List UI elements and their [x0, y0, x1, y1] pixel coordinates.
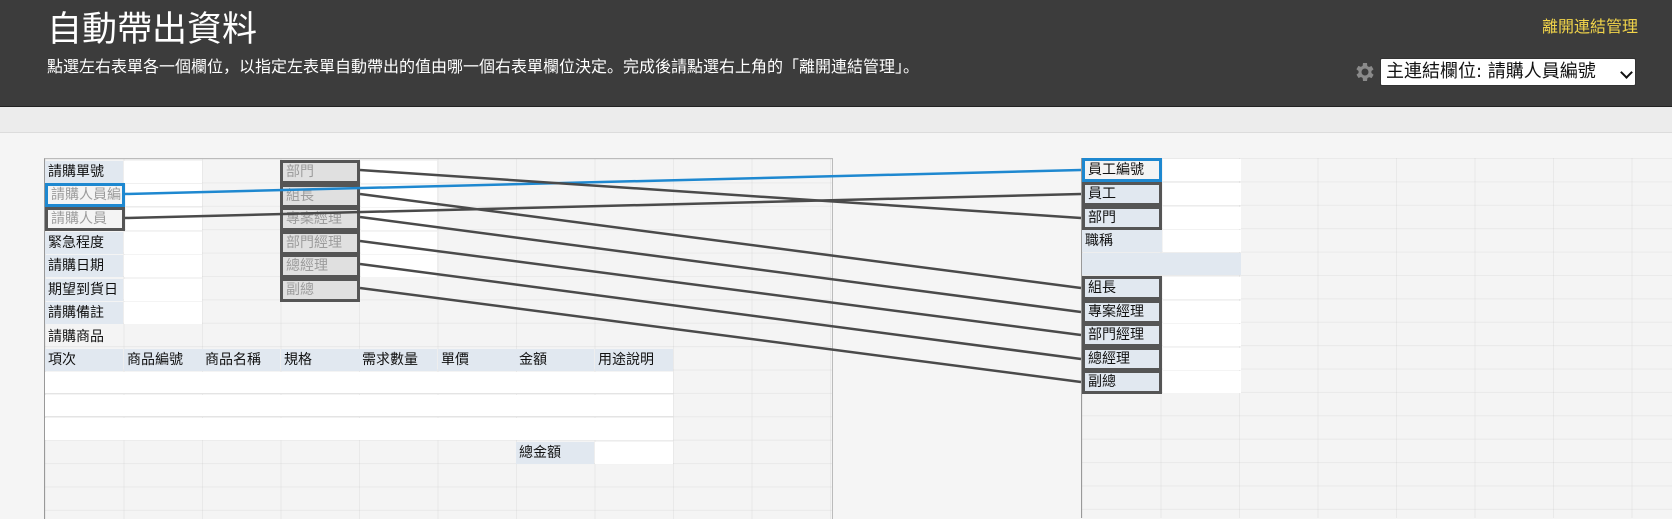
field-requester-id-value[interactable]: [126, 184, 202, 206]
header-bar: 自動帶出資料 點選左右表單各一個欄位，以指定左表單自動帶出的值由哪一個右表單欄位…: [0, 0, 1672, 107]
field-remarks[interactable]: 請購備註: [45, 302, 123, 324]
right-field-employee[interactable]: 員工: [1082, 182, 1162, 206]
main-link-field-select[interactable]: 主連結欄位: 請購人員編號: [1380, 58, 1636, 86]
right-field-dept-manager[interactable]: 部門經理: [1082, 323, 1162, 347]
right-field-general-manager-value[interactable]: [1163, 348, 1241, 370]
field-requester[interactable]: 請購人員: [45, 207, 125, 231]
page-description: 點選左右表單各一個欄位，以指定左表單自動帶出的值由哪一個右表單欄位決定。完成後請…: [47, 57, 920, 76]
linked-field-general-manager[interactable]: 總經理: [280, 254, 360, 278]
field-requester-value[interactable]: [126, 208, 202, 230]
linked-field-department-value[interactable]: [361, 161, 437, 183]
right-field-dept-manager-value[interactable]: [1163, 324, 1241, 346]
linked-field-dept-manager[interactable]: 部門經理: [280, 231, 360, 255]
right-field-department-value[interactable]: [1163, 207, 1241, 229]
linked-field-general-manager-value[interactable]: [361, 255, 437, 277]
field-request-date-value[interactable]: [124, 255, 202, 277]
gear-icon[interactable]: [1352, 60, 1376, 84]
right-field-vice-president[interactable]: 副總: [1082, 370, 1162, 394]
table-row[interactable]: [45, 372, 673, 394]
main-link-field-value: 主連結欄位: 請購人員編號: [1386, 61, 1596, 82]
toolbar-band: [0, 107, 1672, 133]
table-header-unit-price[interactable]: 單價: [438, 349, 516, 371]
field-urgency-value[interactable]: [124, 232, 202, 254]
field-request-date[interactable]: 請購日期: [45, 255, 123, 277]
right-field-department[interactable]: 部門: [1082, 206, 1162, 230]
table-header-amount[interactable]: 金額: [516, 349, 594, 371]
right-field-employee-id-value[interactable]: [1163, 159, 1241, 181]
chevron-down-icon: [1620, 66, 1633, 79]
field-requester-id[interactable]: 請購人員編: [45, 183, 125, 207]
linked-field-project-manager[interactable]: 專案經理: [280, 207, 360, 231]
table-header-item-no[interactable]: 項次: [45, 349, 123, 371]
linked-field-team-leader[interactable]: 組長: [280, 184, 360, 208]
field-expected-delivery[interactable]: 期望到貨日: [45, 279, 123, 301]
linked-field-vice-president[interactable]: 副總: [280, 278, 360, 302]
table-header-quantity[interactable]: 需求數量: [359, 349, 437, 371]
right-field-job-title-value[interactable]: [1163, 230, 1241, 252]
right-field-general-manager[interactable]: 總經理: [1082, 347, 1162, 371]
field-urgency[interactable]: 緊急程度: [45, 232, 123, 254]
right-field-vice-president-value[interactable]: [1163, 371, 1241, 393]
right-field-team-leader[interactable]: 組長: [1082, 276, 1162, 300]
linked-field-team-leader-value[interactable]: [361, 185, 437, 207]
right-field-blank-row: [1082, 253, 1241, 275]
table-header-product-name[interactable]: 商品名稱: [202, 349, 280, 371]
right-field-employee-id[interactable]: 員工編號: [1082, 158, 1162, 182]
right-field-employee-value[interactable]: [1163, 183, 1241, 205]
field-remarks-value[interactable]: [124, 302, 202, 324]
total-amount-label[interactable]: 總金額: [516, 442, 594, 464]
linked-field-dept-manager-value[interactable]: [361, 232, 437, 254]
leave-link-management-link[interactable]: 離開連結管理: [1542, 13, 1638, 37]
right-field-project-manager-value[interactable]: [1163, 301, 1241, 323]
table-header-spec[interactable]: 規格: [281, 349, 359, 371]
linked-field-department[interactable]: 部門: [280, 160, 360, 184]
field-purchase-number-value[interactable]: [124, 161, 202, 183]
table-row[interactable]: [45, 418, 673, 440]
right-field-job-title[interactable]: 職稱: [1082, 230, 1162, 252]
linked-field-project-manager-value[interactable]: [361, 208, 437, 230]
page-title: 自動帶出資料: [47, 10, 258, 50]
right-field-team-leader-value[interactable]: [1163, 277, 1241, 299]
table-header-usage[interactable]: 用途說明: [595, 349, 673, 371]
table-row[interactable]: [45, 395, 673, 417]
right-form-panel: 員工編號 員工 部門 職稱 組長 專案經理 部門經理 總經理 副總: [1081, 158, 1672, 518]
table-header-product-code[interactable]: 商品編號: [124, 349, 202, 371]
field-purchase-number[interactable]: 請購單號: [45, 161, 123, 183]
right-field-project-manager[interactable]: 專案經理: [1082, 300, 1162, 324]
left-form-panel: 請購單號 請購人員編 請購人員 緊急程度 請購日期 期望到貨日 請購備註 請購商…: [44, 158, 833, 519]
field-expected-delivery-value[interactable]: [124, 279, 202, 301]
field-purchase-items: 請購商品: [48, 329, 104, 345]
total-amount-value[interactable]: [595, 442, 673, 464]
